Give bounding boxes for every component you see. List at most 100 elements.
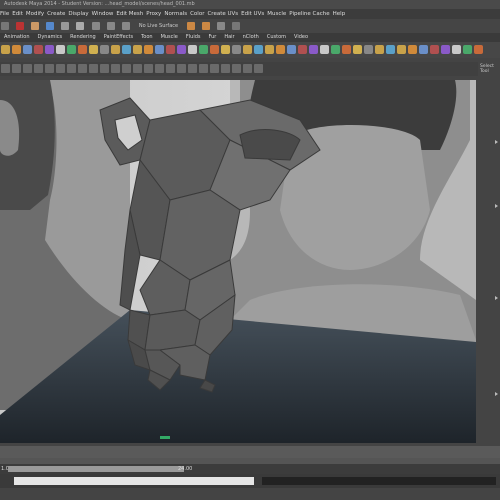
shelf-tab-rendering[interactable]: Rendering — [68, 33, 98, 42]
snap-grid-icon[interactable] — [91, 22, 100, 30]
select-hierarchy-icon[interactable] — [61, 22, 70, 30]
shelf-tool-icon[interactable] — [441, 45, 450, 54]
shelf-tool-icon[interactable] — [23, 45, 32, 54]
shelf-tool-icon[interactable] — [188, 45, 197, 54]
hypershade-icon[interactable] — [232, 22, 241, 30]
menu-normals[interactable]: Normals — [164, 9, 187, 19]
viewport-tool-icon[interactable] — [221, 64, 230, 73]
viewport-tool-icon[interactable] — [199, 64, 208, 73]
shelf-tab-custom[interactable]: Custom — [265, 33, 288, 42]
snap-point-icon[interactable] — [121, 22, 130, 30]
shelf-tool-icon[interactable] — [210, 45, 219, 54]
shelf-tool-icon[interactable] — [375, 45, 384, 54]
shelf-tool-icon[interactable] — [78, 45, 87, 54]
shelf-tool-icon[interactable] — [342, 45, 351, 54]
viewport-tool-icon[interactable] — [56, 64, 65, 73]
shelf-tool-icon[interactable] — [122, 45, 131, 54]
shelf-tool-icon[interactable] — [320, 45, 329, 54]
shelf-tool-icon[interactable] — [386, 45, 395, 54]
shelf-tab-painteffects[interactable]: PaintEffects — [102, 33, 135, 42]
shelf-tool-icon[interactable] — [89, 45, 98, 54]
open-scene-icon[interactable] — [31, 22, 40, 30]
shelf-tab-fur[interactable]: Fur — [207, 33, 219, 42]
shelf-tab-muscle[interactable]: Muscle — [159, 33, 180, 42]
viewport-tool-icon[interactable] — [1, 64, 10, 73]
expand-arrow-icon[interactable] — [495, 204, 498, 208]
shelf-tool-icon[interactable] — [331, 45, 340, 54]
menu-pipeline-cache[interactable]: Pipeline Cache — [289, 9, 329, 19]
shelf-tool-icon[interactable] — [452, 45, 461, 54]
render-settings-icon[interactable] — [217, 22, 226, 30]
shelf-tool-icon[interactable] — [309, 45, 318, 54]
shelf-tool-icon[interactable] — [221, 45, 230, 54]
viewport-tool-icon[interactable] — [144, 64, 153, 73]
shelf-tool-icon[interactable] — [397, 45, 406, 54]
viewport-tool-icon[interactable] — [188, 64, 197, 73]
viewport-tool-icon[interactable] — [166, 64, 175, 73]
menu-edit-mesh[interactable]: Edit Mesh — [116, 9, 143, 19]
shelf-tool-icon[interactable] — [199, 45, 208, 54]
command-input[interactable] — [14, 477, 254, 485]
menu-display[interactable]: Display — [68, 9, 88, 19]
viewport-tool-icon[interactable] — [177, 64, 186, 73]
shelf-tool-icon[interactable] — [100, 45, 109, 54]
viewport-tool-icon[interactable] — [232, 64, 241, 73]
shelf-tool-icon[interactable] — [144, 45, 153, 54]
viewport-tool-icon[interactable] — [100, 64, 109, 73]
shelf-tool-icon[interactable] — [298, 45, 307, 54]
viewport-tool-icon[interactable] — [155, 64, 164, 73]
menu-help[interactable]: Help — [333, 9, 346, 19]
expand-arrow-icon[interactable] — [495, 296, 498, 300]
shelf-tool-icon[interactable] — [45, 45, 54, 54]
viewport-tool-icon[interactable] — [243, 64, 252, 73]
shelf-tab-toon[interactable]: Toon — [139, 33, 155, 42]
menu-file[interactable]: File — [0, 9, 9, 19]
render-icon[interactable] — [187, 22, 196, 30]
viewport-tool-icon[interactable] — [254, 64, 263, 73]
shelf-tab-hair[interactable]: Hair — [222, 33, 236, 42]
viewport-tool-icon[interactable] — [89, 64, 98, 73]
shelf-tool-icon[interactable] — [276, 45, 285, 54]
expand-arrow-icon[interactable] — [495, 392, 498, 396]
shelf-tool-icon[interactable] — [463, 45, 472, 54]
menu-set-icon[interactable] — [1, 22, 9, 30]
viewport-tool-icon[interactable] — [78, 64, 87, 73]
menu-proxy[interactable]: Proxy — [146, 9, 161, 19]
menu-edit[interactable]: Edit — [12, 9, 23, 19]
shelf-tool-icon[interactable] — [353, 45, 362, 54]
shelf-tab-ncloth[interactable]: nCloth — [241, 33, 261, 42]
viewport-tool-icon[interactable] — [122, 64, 131, 73]
snap-curve-icon[interactable] — [106, 22, 115, 30]
shelf-tool-icon[interactable] — [111, 45, 120, 54]
shelf-tab-fluids[interactable]: Fluids — [184, 33, 203, 42]
shelf-tool-icon[interactable] — [166, 45, 175, 54]
select-object-icon[interactable] — [76, 22, 85, 30]
viewport-tool-icon[interactable] — [210, 64, 219, 73]
menu-color[interactable]: Color — [190, 9, 204, 19]
shelf-tool-icon[interactable] — [155, 45, 164, 54]
shelf-tab-video[interactable]: Video — [292, 33, 310, 42]
shelf-tab-animation[interactable]: Animation — [2, 33, 32, 42]
shelf-tool-icon[interactable] — [254, 45, 263, 54]
shelf-tool-icon[interactable] — [133, 45, 142, 54]
menu-create-uvs[interactable]: Create UVs — [207, 9, 238, 19]
viewport-tool-icon[interactable] — [12, 64, 21, 73]
viewport-tool-icon[interactable] — [23, 64, 32, 73]
range-slider[interactable]: 1.00 24.00 — [0, 464, 500, 474]
shelf-tool-icon[interactable] — [287, 45, 296, 54]
shelf-tool-icon[interactable] — [1, 45, 10, 54]
shelf-tool-icon[interactable] — [265, 45, 274, 54]
ipr-render-icon[interactable] — [202, 22, 211, 30]
shelf-tool-icon[interactable] — [232, 45, 241, 54]
shelf-tool-icon[interactable] — [419, 45, 428, 54]
viewport-tool-icon[interactable] — [34, 64, 43, 73]
viewport-tool-icon[interactable] — [45, 64, 54, 73]
menu-edit-uvs[interactable]: Edit UVs — [241, 9, 264, 19]
viewport-tool-icon[interactable] — [67, 64, 76, 73]
range-handle[interactable] — [8, 466, 184, 472]
shelf-tool-icon[interactable] — [474, 45, 483, 54]
expand-arrow-icon[interactable] — [495, 140, 498, 144]
shelf-tool-icon[interactable] — [56, 45, 65, 54]
shelf-tool-icon[interactable] — [34, 45, 43, 54]
range-end[interactable]: 24.00 — [178, 466, 192, 472]
